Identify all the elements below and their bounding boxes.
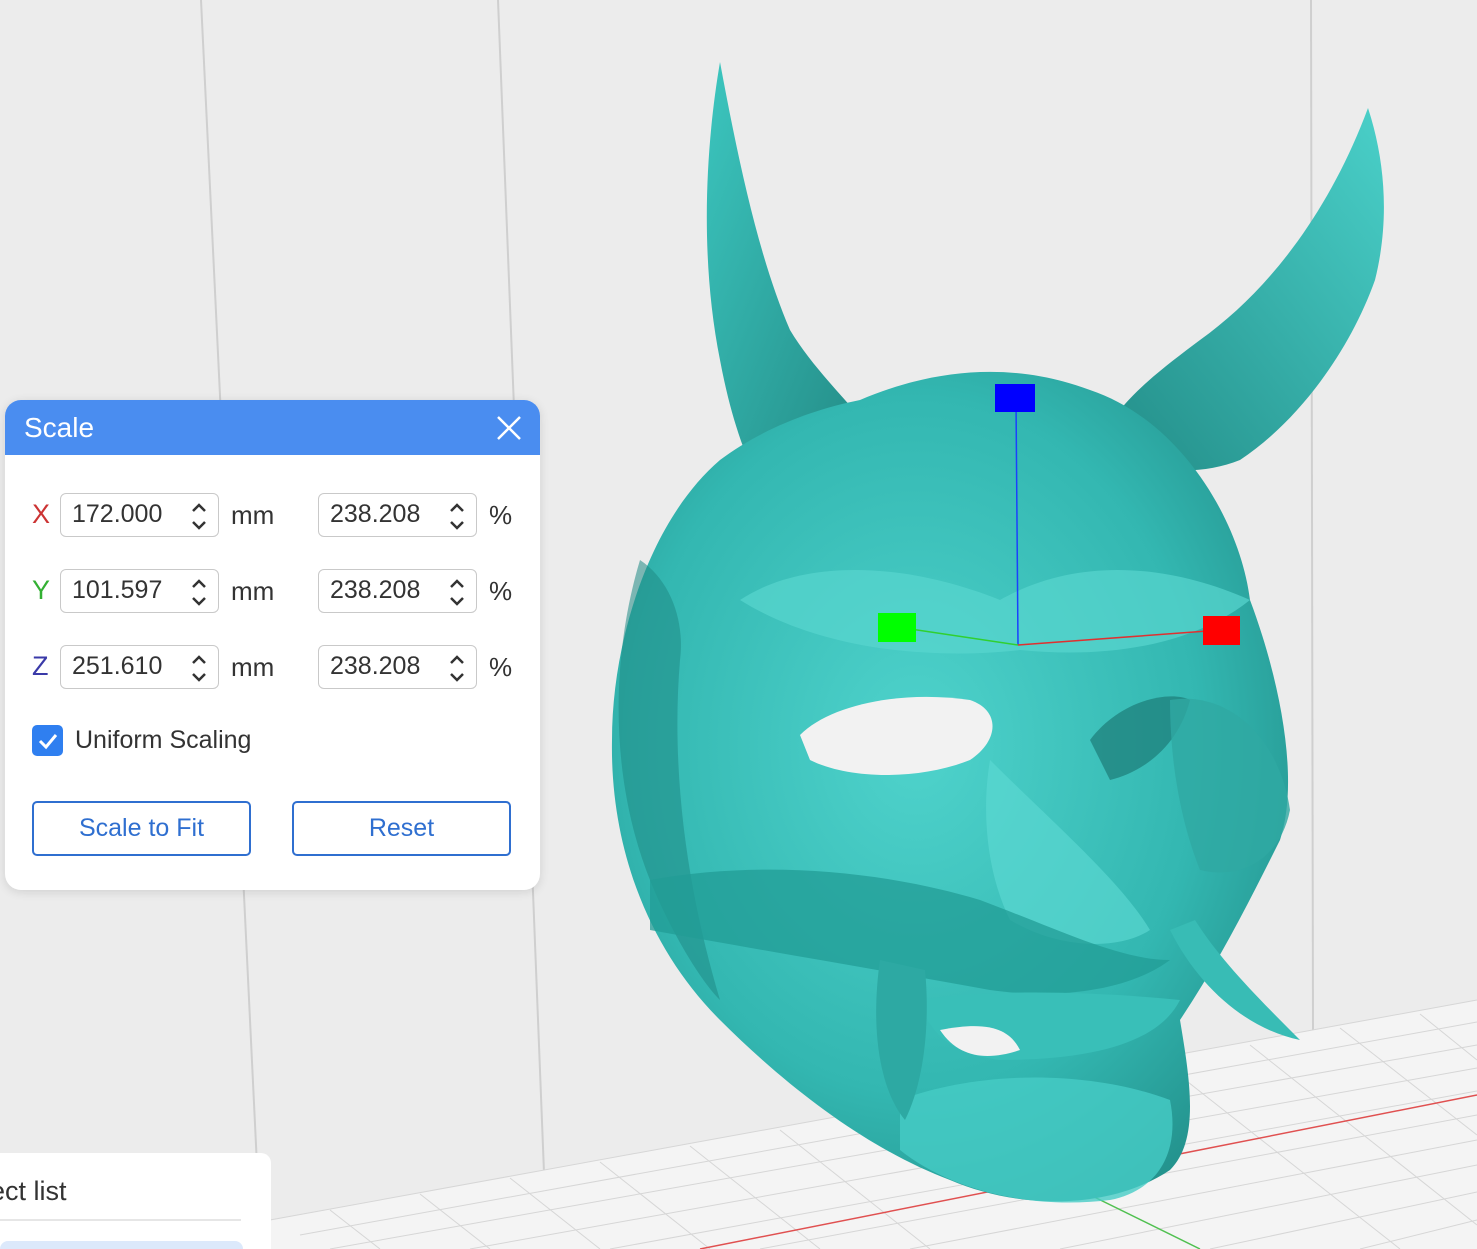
spinner-arrows-icon[interactable]: [446, 574, 468, 610]
close-button[interactable]: [494, 413, 524, 443]
y-percent-input[interactable]: 238.208: [318, 569, 477, 613]
uniform-scaling-label: Uniform Scaling: [75, 726, 252, 754]
x-mm-value: 172.000: [72, 500, 163, 528]
3d-viewport[interactable]: Scale X 172.000 mm 238.208 % Y 101.597 m…: [0, 0, 1477, 1249]
y-mm-input[interactable]: 101.597: [60, 569, 219, 613]
x-mm-unit: mm: [231, 500, 275, 530]
close-icon: [497, 415, 521, 440]
scale-dialog: Scale X 172.000 mm 238.208 % Y 101.597 m…: [5, 400, 540, 890]
x-percent-unit: %: [489, 500, 513, 530]
gizmo-y-handle[interactable]: [878, 613, 916, 642]
scale-row-y: Y 101.597 mm 238.208 %: [5, 569, 540, 615]
right-horn: [1100, 108, 1384, 471]
y-mm-unit: mm: [231, 576, 275, 606]
uniform-scaling-option[interactable]: Uniform Scaling: [32, 725, 251, 756]
scale-dialog-title: Scale: [24, 411, 95, 443]
z-mm-value: 251.610: [72, 652, 163, 680]
object-list-title: ect list: [0, 1176, 67, 1206]
object-list-item[interactable]: [0, 1241, 243, 1249]
object-list-panel: ect list: [0, 1153, 271, 1249]
spinner-arrows-icon[interactable]: [188, 574, 210, 610]
oni-mask-model[interactable]: [611, 62, 1384, 1203]
object-list-divider: [0, 1219, 241, 1221]
spinner-arrows-icon[interactable]: [188, 650, 210, 686]
spinner-arrows-icon[interactable]: [188, 498, 210, 534]
z-mm-input[interactable]: 251.610: [60, 645, 219, 689]
y-mm-value: 101.597: [72, 576, 163, 604]
scale-to-fit-button[interactable]: Scale to Fit: [32, 801, 251, 856]
z-percent-unit: %: [489, 652, 513, 682]
gizmo-z-handle[interactable]: [995, 384, 1035, 412]
scale-dialog-header: Scale: [5, 400, 540, 455]
axis-label-z: Z: [32, 651, 49, 681]
x-percent-input[interactable]: 238.208: [318, 493, 477, 537]
axis-label-x: X: [32, 499, 51, 529]
axis-label-y: Y: [32, 575, 51, 605]
scale-row-x: X 172.000 mm 238.208 %: [5, 493, 540, 539]
checkmark-icon: [38, 733, 57, 749]
x-percent-value: 238.208: [330, 500, 421, 528]
z-percent-value: 238.208: [330, 652, 421, 680]
spinner-arrows-icon[interactable]: [446, 498, 468, 534]
scale-row-z: Z 251.610 mm 238.208 %: [5, 645, 540, 691]
x-mm-input[interactable]: 172.000: [60, 493, 219, 537]
z-percent-input[interactable]: 238.208: [318, 645, 477, 689]
y-percent-value: 238.208: [330, 576, 421, 604]
z-mm-unit: mm: [231, 652, 275, 682]
y-percent-unit: %: [489, 576, 513, 606]
reset-button[interactable]: Reset: [292, 801, 511, 856]
uniform-scaling-checkbox[interactable]: [32, 725, 63, 756]
gizmo-x-handle[interactable]: [1203, 616, 1240, 645]
spinner-arrows-icon[interactable]: [446, 650, 468, 686]
